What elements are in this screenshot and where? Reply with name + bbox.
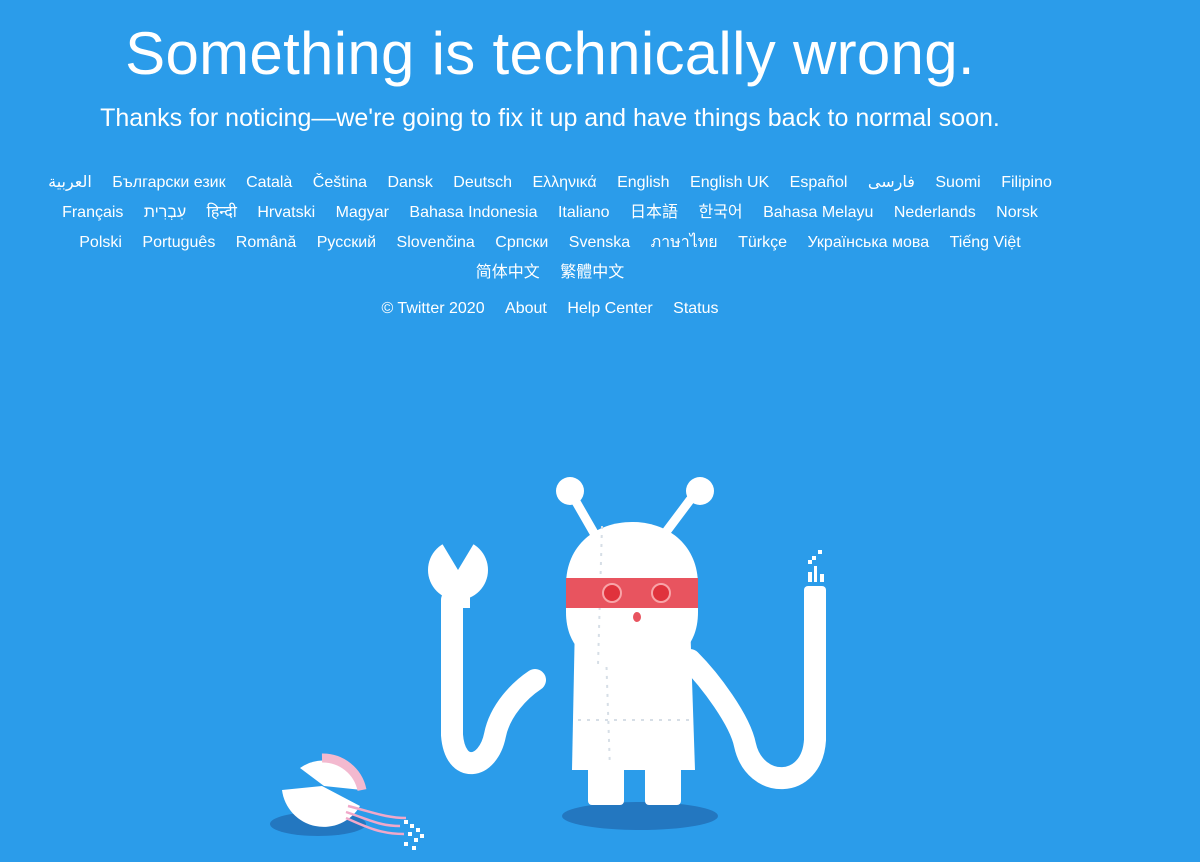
broken-robot-illustration	[270, 477, 826, 850]
robot-right-arm	[679, 550, 826, 790]
robot-left-arm	[428, 540, 546, 775]
fallen-robot-head	[282, 753, 424, 850]
robot-head	[566, 522, 698, 668]
